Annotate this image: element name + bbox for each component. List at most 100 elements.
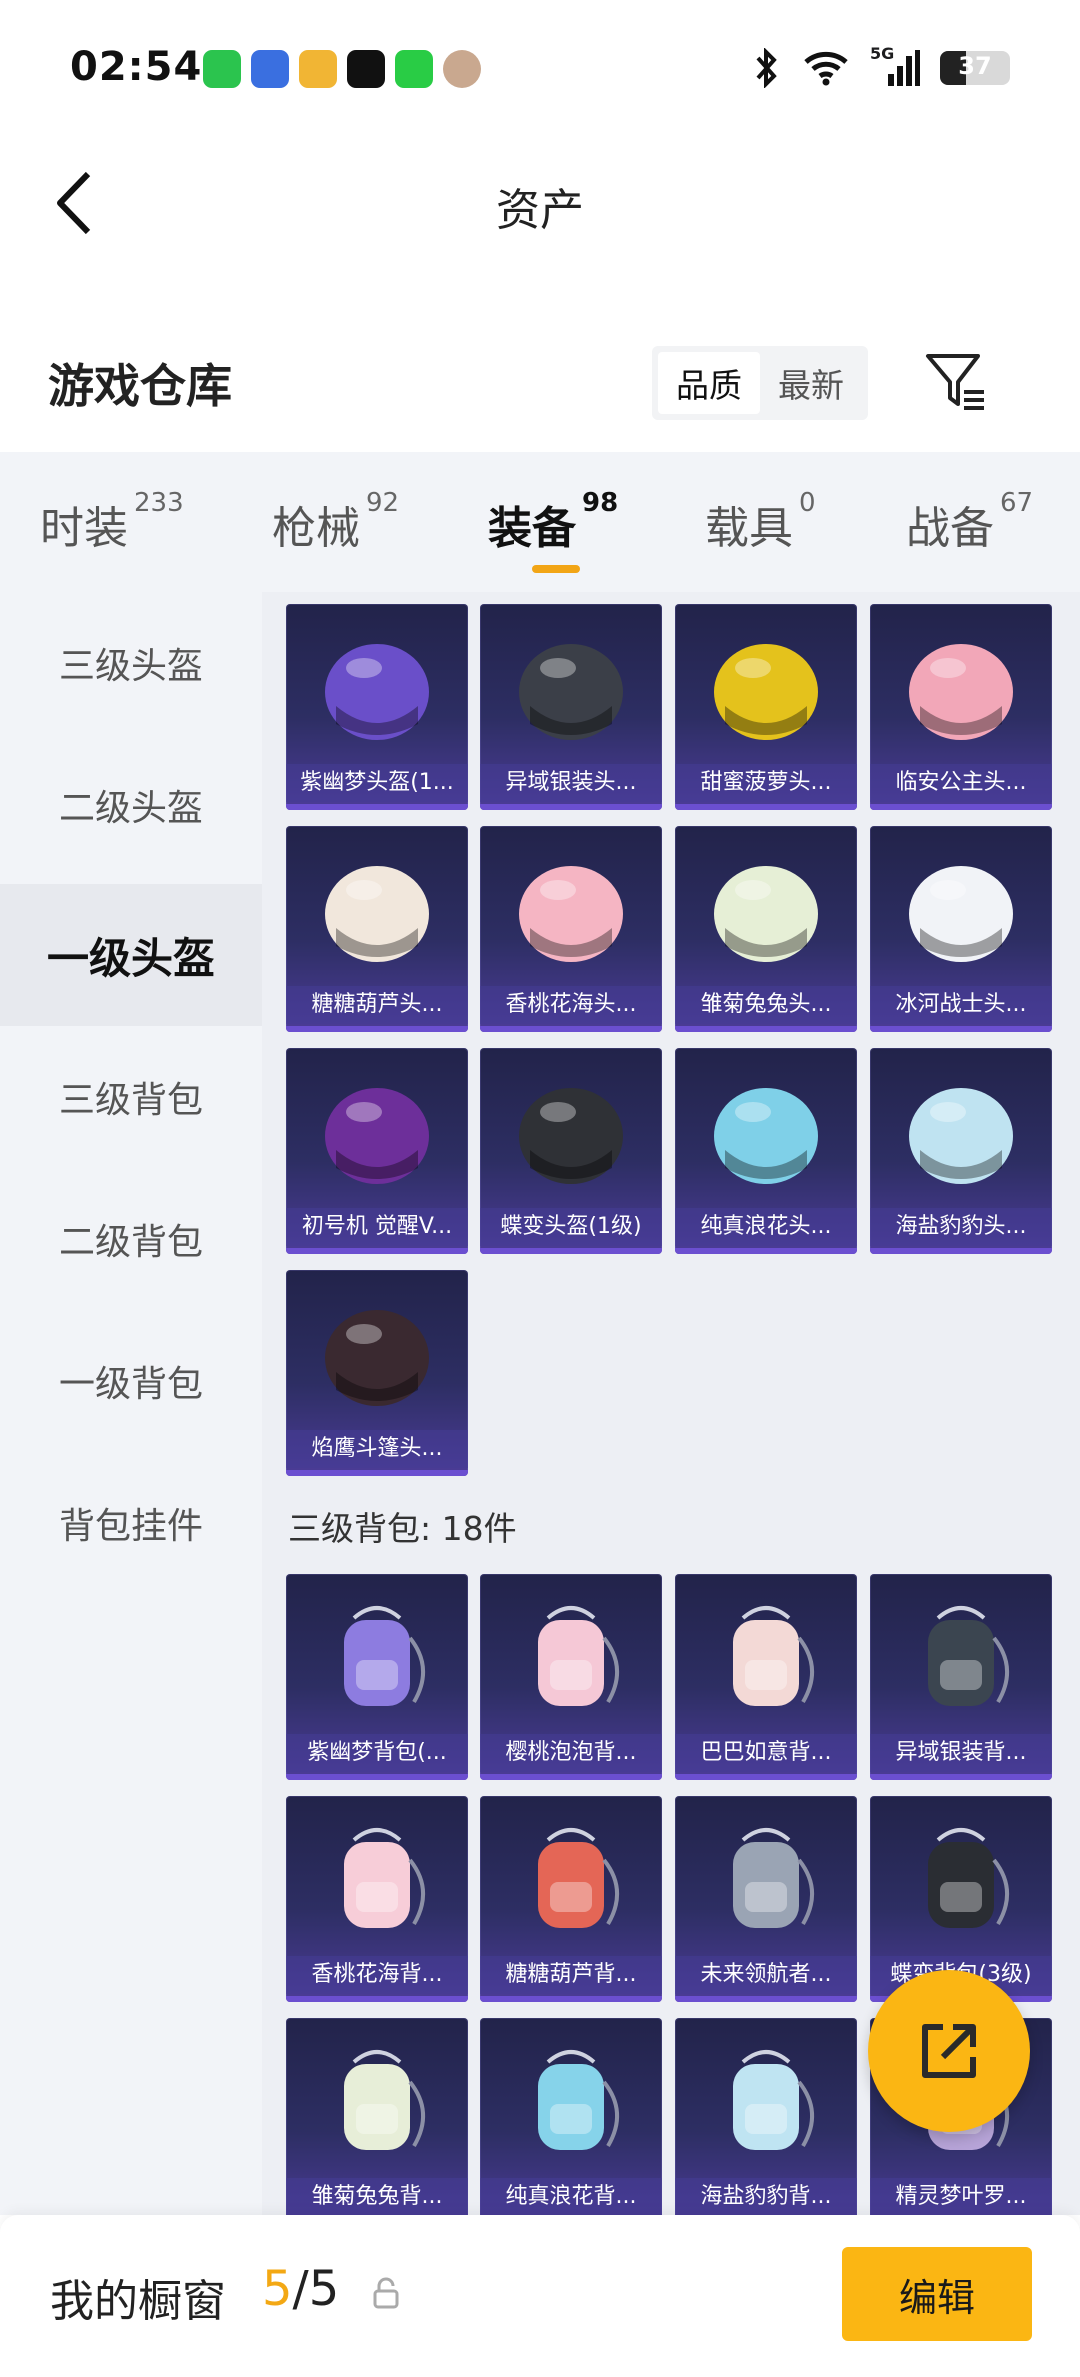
page-title: 资产 (496, 185, 584, 236)
tab-equipment[interactable]: 装备 98 (488, 488, 618, 556)
battery-icon: 37 (940, 51, 1010, 85)
sidebar-item-level1-helmet[interactable]: 一级头盔 (0, 884, 262, 1026)
tab-firearms[interactable]: 枪械 92 (272, 488, 399, 556)
showcase-total-count: /5 (292, 2261, 340, 2317)
section-title: 游戏仓库 (48, 359, 232, 413)
signal-icon: 5G (870, 44, 920, 88)
backpack-card[interactable]: 雏菊兔兔背... (286, 2018, 468, 2215)
item-name: 未来领航者... (675, 1956, 857, 1994)
external-link-icon (922, 2024, 976, 2078)
backpack-card[interactable]: 海盐豹豹背... (675, 2018, 857, 2215)
showcase-count: 5/5 (262, 2261, 339, 2317)
showcase-bar: 我的橱窗 5/5 编辑 (0, 2215, 1080, 2377)
helmet-card[interactable]: 异域银装头... (480, 604, 662, 810)
helmet-card[interactable]: 初号机 觉醒V... (286, 1048, 468, 1254)
game-app-icon (251, 50, 289, 88)
helmet-icon (714, 866, 818, 962)
backpack-card[interactable]: 巴巴如意背... (675, 1574, 857, 1780)
backpack-card[interactable]: 紫幽梦背包(... (286, 1574, 468, 1780)
sort-by-newest[interactable]: 最新 (760, 352, 862, 414)
item-name: 精灵梦叶罗... (870, 2178, 1052, 2215)
edit-button[interactable]: 编辑 (842, 2247, 1032, 2341)
tab-count: 0 (799, 488, 816, 518)
backpack-icon (733, 1828, 815, 1928)
helmet-icon (325, 1310, 429, 1406)
backpack-icon (344, 2050, 426, 2150)
helmet-icon (325, 644, 429, 740)
sort-toggle: 品质 最新 (652, 346, 868, 420)
helmet-icon (325, 1088, 429, 1184)
showcase-label: 我的橱窗 (50, 2276, 226, 2327)
tab-supplies[interactable]: 战备 67 (906, 488, 1033, 556)
backpack-card[interactable]: 香桃花海背... (286, 1796, 468, 2002)
tiktok-icon (347, 50, 385, 88)
avatar-icon (443, 50, 481, 88)
backpack-icon (538, 2050, 620, 2150)
share-fab[interactable] (868, 1970, 1030, 2132)
helmet-card[interactable]: 冰河战士头... (870, 826, 1052, 1032)
item-name: 巴巴如意背... (675, 1734, 857, 1772)
bluetooth-icon (756, 48, 777, 88)
helmet-icon (519, 644, 623, 740)
helmet-icon (325, 866, 429, 962)
item-name: 紫幽梦背包(... (286, 1734, 468, 1772)
helmet-card[interactable]: 甜蜜菠萝头... (675, 604, 857, 810)
sidebar-item-level2-backpack[interactable]: 二级背包 (0, 1168, 262, 1310)
backpack-card[interactable]: 樱桃泡泡背... (480, 1574, 662, 1780)
backpack-card[interactable]: 纯真浪花背... (480, 2018, 662, 2215)
backpack-icon (344, 1606, 426, 1706)
tab-fashion[interactable]: 时装 233 (40, 488, 184, 556)
filter-button[interactable] (920, 344, 992, 416)
backpack-icon (733, 2050, 815, 2150)
sidebar-item-backpack-charm[interactable]: 背包挂件 (0, 1452, 262, 1594)
item-name: 冰河战士头... (870, 986, 1052, 1024)
lock-icon (373, 2277, 399, 2309)
item-name: 香桃花海头... (480, 986, 662, 1024)
item-name: 纯真浪花背... (480, 2178, 662, 2215)
item-name: 焰鹰斗篷头... (286, 1430, 468, 1468)
status-time: 02:54 (70, 44, 203, 90)
sidebar-item-level3-helmet[interactable]: 三级头盔 (0, 592, 262, 734)
item-name: 雏菊兔兔头... (675, 986, 857, 1024)
battery-level: 37 (958, 52, 992, 80)
helmet-card[interactable]: 蝶变头盔(1级) (480, 1048, 662, 1254)
tab-count: 92 (366, 488, 400, 518)
sort-by-quality[interactable]: 品质 (658, 352, 760, 414)
app-header: 资产 (0, 140, 1080, 270)
status-bar: 02:54 5G 37 (0, 0, 1080, 140)
item-name: 海盐豹豹头... (870, 1208, 1052, 1246)
item-name: 蝶变头盔(1级) (480, 1208, 662, 1246)
helmet-card[interactable]: 纯真浪花头... (675, 1048, 857, 1254)
green-app-icon (395, 50, 433, 88)
backpack-icon (538, 1606, 620, 1706)
backpack-card[interactable]: 异域银装背... (870, 1574, 1052, 1780)
backpack-icon (344, 1828, 426, 1928)
item-name: 樱桃泡泡背... (480, 1734, 662, 1772)
helmet-icon (909, 1088, 1013, 1184)
item-name: 海盐豹豹背... (675, 2178, 857, 2215)
item-name: 雏菊兔兔背... (286, 2178, 468, 2215)
backpack-icon (538, 1828, 620, 1928)
sidebar-item-level1-backpack[interactable]: 一级背包 (0, 1310, 262, 1452)
helmet-icon (714, 644, 818, 740)
status-indicators: 5G 37 (752, 44, 1010, 88)
sidebar-item-level3-backpack[interactable]: 三级背包 (0, 1026, 262, 1168)
helmet-card[interactable]: 香桃花海头... (480, 826, 662, 1032)
backpack-icon (928, 1606, 1010, 1706)
tab-label: 枪械 (272, 503, 360, 554)
helmet-card[interactable]: 临安公主头... (870, 604, 1052, 810)
backpack-icon (733, 1606, 815, 1706)
wifi-icon (804, 51, 848, 86)
helmet-card[interactable]: 海盐豹豹头... (870, 1048, 1052, 1254)
helmet-card[interactable]: 紫幽梦头盔(1... (286, 604, 468, 810)
helmet-icon (714, 1088, 818, 1184)
backpack-group-label: 三级背包: 18件 (288, 1509, 517, 1548)
tab-vehicles[interactable]: 载具 0 (705, 488, 816, 556)
backpack-card[interactable]: 糖糖葫芦背... (480, 1796, 662, 2002)
helmet-card[interactable]: 糖糖葫芦头... (286, 826, 468, 1032)
item-name: 纯真浪花头... (675, 1208, 857, 1246)
backpack-card[interactable]: 未来领航者... (675, 1796, 857, 2002)
sidebar-item-level2-helmet[interactable]: 二级头盔 (0, 734, 262, 876)
helmet-card[interactable]: 焰鹰斗篷头... (286, 1270, 468, 1476)
helmet-card[interactable]: 雏菊兔兔头... (675, 826, 857, 1032)
